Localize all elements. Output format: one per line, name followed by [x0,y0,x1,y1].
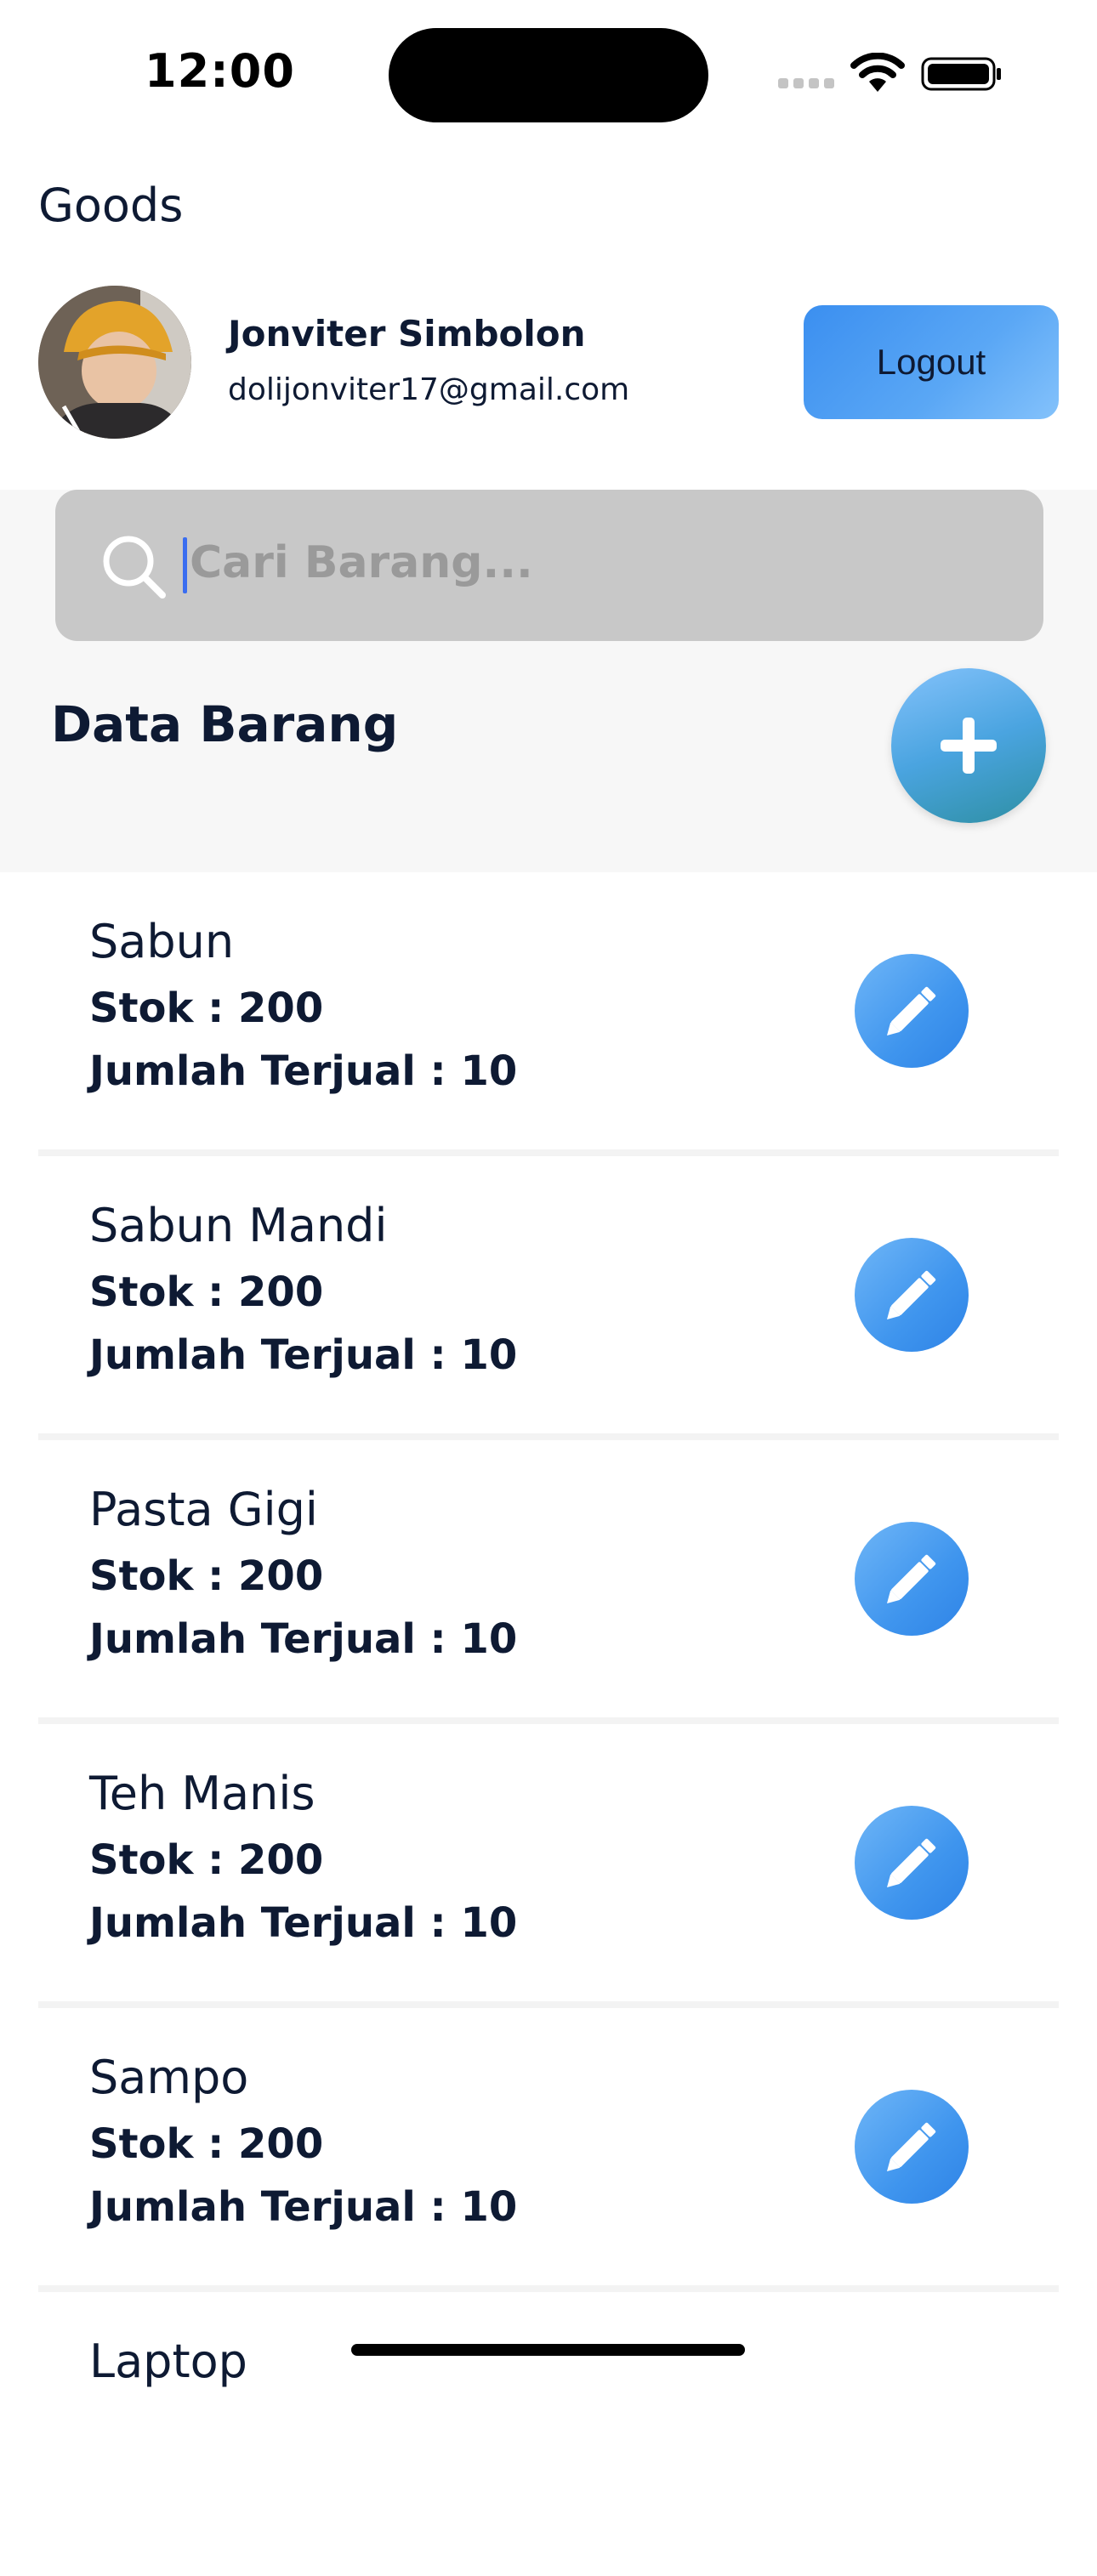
list-item[interactable]: Sampo Stok : 200 Jumlah Terjual : 10 [0,2008,1097,2292]
item-name: Sabun [89,915,235,968]
edit-button[interactable] [855,1522,969,1636]
avatar [38,286,191,439]
search-icon [103,536,166,599]
status-time: 12:00 [145,44,295,98]
edit-button[interactable] [855,1238,969,1352]
user-name: Jonviter Simbolon [228,313,586,355]
divider [38,2285,1059,2292]
wifi-icon [850,53,905,92]
edit-button[interactable] [855,2090,969,2204]
item-sold: Jumlah Terjual : 10 [89,2183,518,2231]
edit-button[interactable] [855,954,969,1068]
item-stock: Stok : 200 [89,1836,324,1884]
section-title: Data Barang [51,695,399,753]
dynamic-island [389,28,708,122]
pencil-icon [887,1554,936,1603]
search-input[interactable]: Cari Barang... [55,490,1043,641]
status-bar: 12:00 [0,0,1097,136]
add-item-button[interactable] [891,668,1046,823]
item-name: Sampo [89,2051,249,2104]
logout-button[interactable]: Logout [804,305,1059,419]
plus-icon [941,718,997,774]
cellular-signal-icon [778,78,834,88]
list-item[interactable]: Sabun Stok : 200 Jumlah Terjual : 10 [0,872,1097,1156]
divider [38,2001,1059,2008]
list-item[interactable]: Laptop [0,2292,1097,2576]
list-item[interactable]: Teh Manis Stok : 200 Jumlah Terjual : 10 [0,1724,1097,2008]
list-item[interactable]: Sabun Mandi Stok : 200 Jumlah Terjual : … [0,1156,1097,1440]
item-sold: Jumlah Terjual : 10 [89,1047,518,1095]
edit-button[interactable] [855,1806,969,1920]
item-sold: Jumlah Terjual : 10 [89,1615,518,1663]
pencil-icon [887,1838,936,1887]
divider [38,1717,1059,1724]
item-name: Sabun Mandi [89,1199,388,1252]
item-sold: Jumlah Terjual : 10 [89,1899,518,1947]
item-name: Teh Manis [89,1767,315,1820]
divider [38,1433,1059,1440]
list-item[interactable]: Pasta Gigi Stok : 200 Jumlah Terjual : 1… [0,1440,1097,1724]
divider [38,1149,1059,1156]
text-caret [183,537,187,593]
item-name: Pasta Gigi [89,1483,318,1536]
page-title: Goods [38,179,184,232]
user-email: dolijonviter17@gmail.com [228,372,630,407]
home-indicator[interactable] [351,2344,745,2356]
pencil-icon [887,1270,936,1319]
item-stock: Stok : 200 [89,1268,324,1316]
item-stock: Stok : 200 [89,1552,324,1600]
goods-list: Sabun Stok : 200 Jumlah Terjual : 10 Sab… [0,872,1097,2576]
battery-icon [921,57,1001,91]
item-name: Laptop [89,2335,247,2388]
pencil-icon [887,2122,936,2171]
search-placeholder: Cari Barang... [190,537,533,588]
pencil-icon [887,986,936,1036]
item-stock: Stok : 200 [89,2120,324,2168]
item-sold: Jumlah Terjual : 10 [89,1331,518,1379]
item-stock: Stok : 200 [89,984,324,1032]
